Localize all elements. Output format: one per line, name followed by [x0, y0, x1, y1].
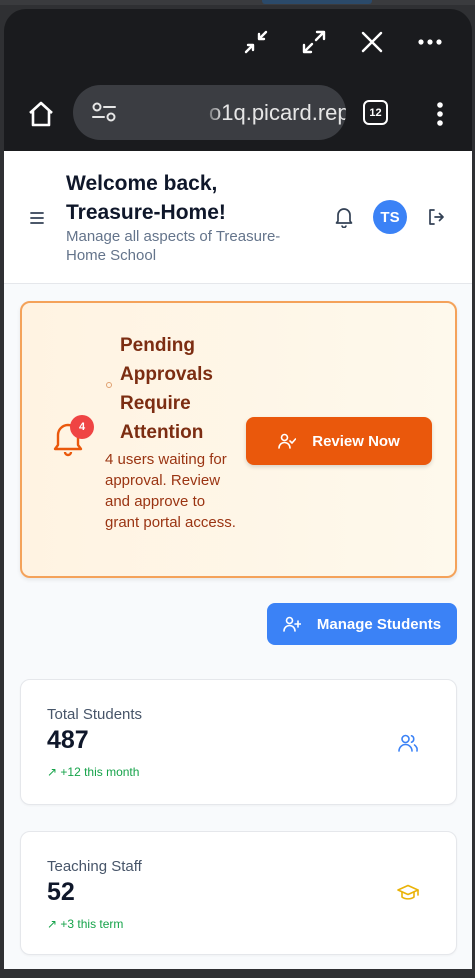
- top-status-strip: [0, 0, 475, 5]
- alert-description: 4 users waiting for approval. Review and…: [105, 451, 236, 531]
- pending-approvals-alert: 4 Pending Approvals Require Attention 4 …: [20, 301, 457, 578]
- stat-trend: ↗ +3 this term: [47, 917, 124, 931]
- hamburger-menu-icon[interactable]: [28, 209, 46, 227]
- maximize-icon[interactable]: [297, 25, 331, 59]
- stat-card-teaching-staff: Teaching Staff 52 ↗ +3 this term: [20, 831, 457, 955]
- more-horizontal-icon[interactable]: [413, 25, 447, 59]
- trend-arrow-icon: ↗: [47, 917, 61, 931]
- minimize-icon[interactable]: [239, 25, 273, 59]
- stat-card-total-students: Total Students 487 ↗ +12 this month: [20, 679, 457, 805]
- trend-arrow-icon: ↗: [47, 765, 61, 779]
- user-plus-icon: [283, 616, 301, 632]
- address-bar-row: o1q.picard.replit.dev 12: [4, 73, 472, 151]
- tab-switcher-button[interactable]: 12: [363, 100, 388, 125]
- close-icon[interactable]: [355, 25, 389, 59]
- window-controls: [4, 9, 472, 73]
- home-icon[interactable]: [24, 97, 58, 131]
- site-settings-icon[interactable]: [91, 101, 117, 123]
- review-now-label: Review Now: [312, 432, 400, 450]
- top-tab-indicator: [262, 0, 372, 4]
- stat-trend: ↗ +12 this month: [47, 765, 140, 779]
- stat-value: 52: [47, 878, 75, 906]
- users-icon: [398, 734, 418, 752]
- address-bar[interactable]: o1q.picard.replit.dev: [73, 85, 346, 140]
- pending-count-badge: 4: [70, 415, 94, 439]
- url-text[interactable]: o1q.picard.replit.dev: [209, 100, 346, 126]
- user-check-icon: [278, 433, 297, 449]
- screen: o1q.picard.replit.dev 12 Welcome back, T…: [0, 0, 475, 978]
- manage-students-button[interactable]: Manage Students: [267, 603, 457, 645]
- review-now-button[interactable]: Review Now: [246, 417, 432, 465]
- page-title: Welcome back, Treasure-Home!: [66, 172, 226, 224]
- browser-menu-icon[interactable]: [430, 97, 450, 131]
- page-content: Welcome back, Treasure-Home! Manage all …: [4, 151, 472, 969]
- page-subtitle: Manage all aspects of Treasure-Home Scho…: [66, 228, 281, 264]
- graduation-cap-icon: [397, 884, 419, 900]
- browser-window: o1q.picard.replit.dev 12 Welcome back, T…: [4, 9, 472, 969]
- url-fade: [201, 85, 223, 140]
- notification-bell-icon[interactable]: [334, 206, 354, 229]
- status-dot: [106, 382, 112, 388]
- stat-label: Total Students: [47, 706, 143, 723]
- alert-title: Pending Approvals Require Attention: [120, 335, 213, 443]
- logout-icon[interactable]: [426, 207, 446, 227]
- stat-value: 487: [47, 726, 89, 754]
- stat-label: Teaching Staff: [47, 858, 142, 875]
- manage-students-label: Manage Students: [316, 615, 442, 633]
- dashboard-header: Welcome back, Treasure-Home! Manage all …: [4, 151, 472, 284]
- user-avatar[interactable]: TS: [373, 200, 407, 234]
